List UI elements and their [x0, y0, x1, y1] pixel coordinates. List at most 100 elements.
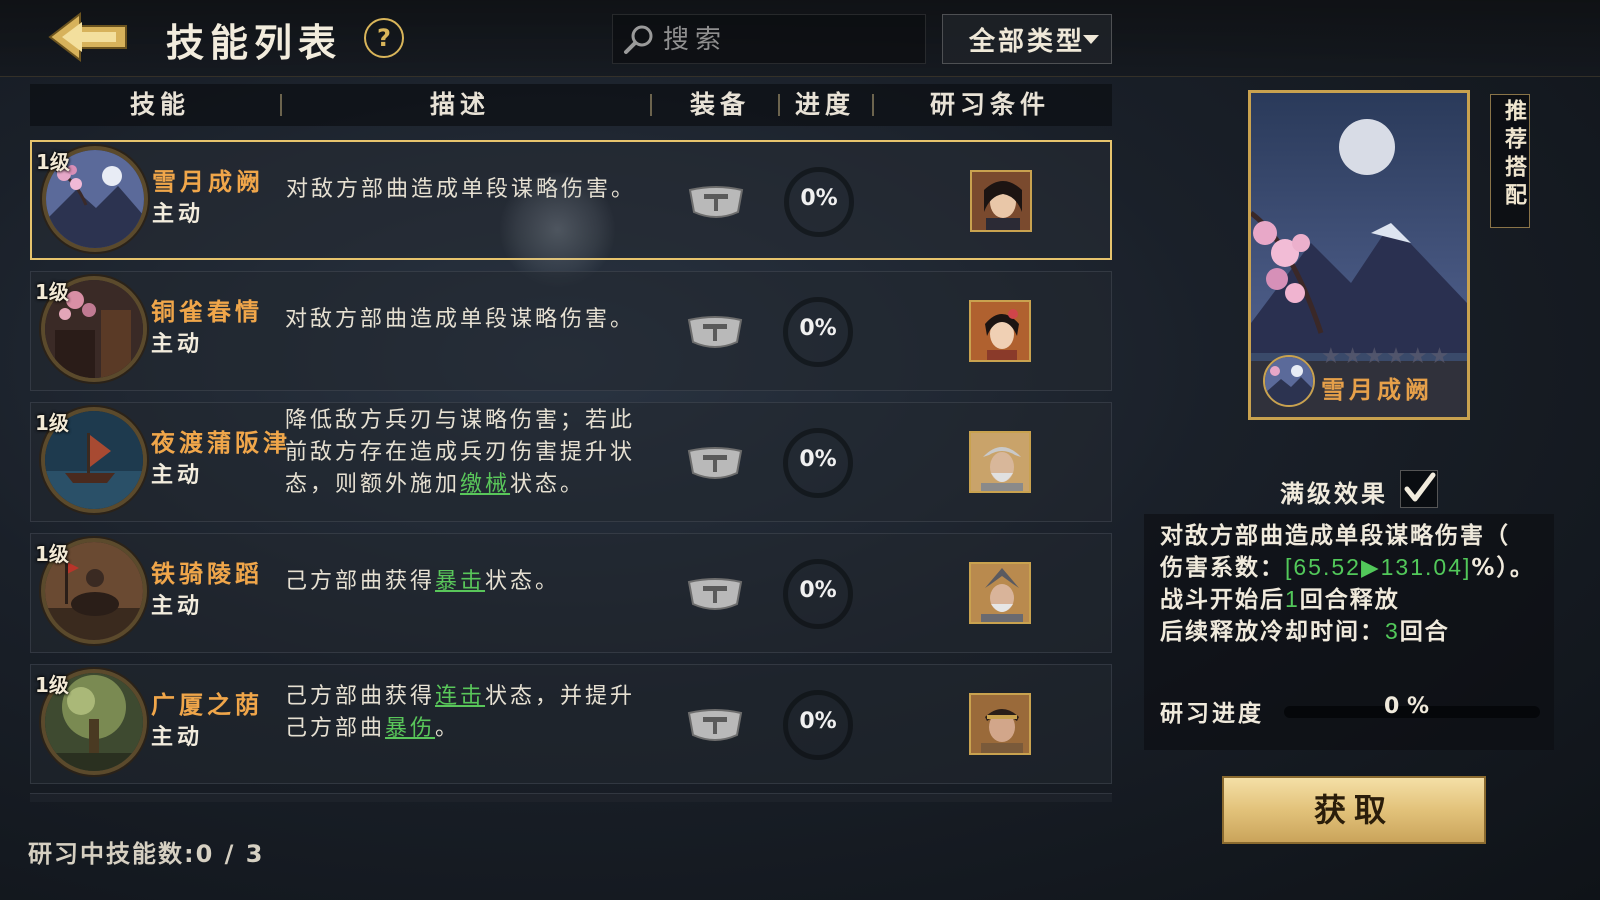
research-progress-value: 0 %	[1384, 694, 1430, 719]
skill-name: 铁骑陵蹈	[151, 560, 263, 588]
progress-value: 0%	[799, 578, 837, 603]
skill-description: 己方部曲获得连击状态，并提升 己方部曲暴伤。	[285, 681, 665, 745]
effect-line: 对敌方部曲造成单段谋略伤害（	[1160, 523, 1510, 549]
effect-text: %）。	[1471, 555, 1535, 581]
skill-name: 雪月成阙	[152, 168, 264, 196]
column-header-equip: 装备	[689, 90, 750, 119]
cast-round-value: 1	[1285, 586, 1300, 612]
description-line: 态，则额外施加缴械状态。	[285, 469, 665, 501]
effect-text: 回合释放	[1299, 587, 1400, 613]
effect-line: 伤害系数：[65.52▶131.04]%）。	[1160, 548, 1535, 582]
equip-button[interactable]	[686, 182, 746, 222]
type-filter-dropdown[interactable]: 全部类型	[942, 14, 1112, 64]
max-effect-checkbox[interactable]	[1400, 470, 1438, 508]
research-count: 研习中技能数:0 / 3	[28, 834, 264, 869]
progress-value: 0%	[800, 186, 838, 211]
skill-name: 铜雀春情	[151, 298, 263, 326]
skill-type: 主动	[151, 463, 204, 488]
skill-name: 夜渡蒲阪津	[151, 429, 291, 457]
keyword-link-crit-damage[interactable]: 暴伤	[385, 716, 435, 741]
page-title: 技能列表	[166, 21, 343, 65]
table-header: 技能 描述 装备 进度 研习条件	[30, 84, 1112, 126]
level-badge: 1级	[35, 673, 69, 697]
equip-button[interactable]	[685, 443, 745, 483]
column-divider	[872, 94, 874, 116]
chevron-down-icon	[1083, 35, 1099, 44]
description-line: 降低敌方兵刃与谋略伤害；若此	[285, 408, 636, 433]
card-skill-icon	[1263, 355, 1315, 407]
search-box[interactable]	[612, 14, 926, 64]
description-text: 己方部曲获得	[285, 569, 436, 594]
description-line: 己方部曲暴伤。	[285, 713, 665, 745]
top-bar: 技能列表 ? 全部类型	[0, 0, 1600, 77]
research-count-value: 0 / 3	[195, 840, 265, 868]
skill-description: 对敌方部曲造成单段谋略伤害。	[285, 307, 636, 332]
back-arrow-icon	[48, 11, 127, 63]
skill-row-3[interactable]: 1级 夜渡蒲阪津 主动 降低敌方兵刃与谋略伤害；若此 前敌方存在造成兵刃伤害提升…	[30, 402, 1112, 522]
description-text: 己方部曲获得	[285, 684, 436, 709]
help-button[interactable]: ?	[364, 18, 404, 58]
equip-button[interactable]	[685, 574, 745, 614]
keyword-link-combo[interactable]: 连击	[435, 684, 485, 709]
skill-type: 主动	[151, 594, 204, 619]
column-divider	[650, 94, 652, 116]
column-header-requirement: 研习条件	[929, 90, 1050, 119]
skill-row-1[interactable]: 1级 雪月成阙 主动 对敌方部曲造成单段谋略伤害。 0%	[30, 140, 1112, 260]
research-count-label: 研习中技能数:	[28, 840, 196, 868]
keyword-link-disarm[interactable]: 缴械	[460, 472, 510, 497]
cooldown-value: 3	[1385, 618, 1400, 644]
description-line: 己方部曲获得连击状态，并提升	[285, 681, 665, 713]
skill-row-4[interactable]: 1级 铁骑陵蹈 主动 己方部曲获得暴击状态。 0%	[30, 533, 1112, 653]
column-divider	[280, 94, 282, 116]
skill-card: ★★★★★★ 雪月成阙	[1248, 90, 1470, 420]
level-badge: 1级	[35, 411, 69, 435]
skill-row-2[interactable]: 1级 铜雀春情 主动 对敌方部曲造成单段谋略伤害。 0%	[30, 271, 1112, 391]
column-header-progress: 进度	[794, 90, 855, 119]
keyword-link-crit[interactable]: 暴击	[435, 569, 485, 594]
effect-line: 战斗开始后1回合释放	[1160, 580, 1400, 614]
effect-text: 战斗开始后	[1160, 587, 1285, 613]
effect-text: 回合	[1399, 619, 1450, 645]
card-skill-name: 雪月成阙	[1321, 376, 1433, 404]
card-star-rating: ★★★★★★	[1321, 344, 1452, 369]
type-filter-label: 全部类型	[969, 27, 1086, 57]
progress-value: 0%	[799, 316, 837, 341]
general-portrait[interactable]	[969, 300, 1031, 362]
recommend-pairing-button[interactable]: 推荐搭配	[1490, 94, 1530, 228]
column-header-description: 描述	[429, 90, 490, 119]
recommend-pairing-label: 推荐搭配	[1501, 99, 1526, 211]
skill-row-5[interactable]: 1级 广厦之荫 主动 己方部曲获得连击状态，并提升 己方部曲暴伤。 0%	[30, 664, 1112, 784]
level-badge: 1级	[35, 280, 69, 304]
skill-name: 广厦之荫	[151, 691, 263, 719]
damage-coefficient-value: [65.52▶131.04]	[1285, 554, 1472, 580]
research-progress-label: 研习进度	[1160, 701, 1264, 727]
general-portrait[interactable]	[969, 562, 1031, 624]
general-portrait[interactable]	[970, 170, 1032, 232]
description-text: 状态。	[510, 472, 586, 497]
effect-text: 后续释放冷却时间：	[1160, 619, 1385, 645]
max-effect-label: 满级效果	[1280, 480, 1388, 508]
skill-description: 对敌方部曲造成单段谋略伤害。	[286, 177, 637, 202]
general-portrait[interactable]	[969, 431, 1031, 493]
description-text: 状态，并提升	[485, 684, 636, 709]
general-portrait[interactable]	[969, 693, 1031, 755]
equip-button[interactable]	[685, 705, 745, 745]
checkmark-icon	[1404, 472, 1436, 502]
search-icon	[624, 25, 653, 54]
description-text: 己方部曲	[285, 716, 386, 741]
effect-line: 后续释放冷却时间：3回合	[1160, 612, 1450, 646]
search-input[interactable]	[661, 21, 915, 59]
description-text: 状态。	[485, 569, 561, 594]
acquire-button[interactable]: 获取	[1222, 776, 1486, 844]
effect-description-panel: 对敌方部曲造成单段谋略伤害（ 伤害系数：[65.52▶131.04]%）。 战斗…	[1144, 514, 1554, 750]
skill-description: 己方部曲获得暴击状态。	[285, 566, 665, 598]
description-text: 态，则额外施加	[285, 472, 461, 497]
progress-value: 0%	[799, 447, 837, 472]
list-scroll-hint	[30, 793, 1112, 802]
equip-button[interactable]	[685, 312, 745, 352]
back-arrow-button[interactable]	[46, 10, 130, 64]
column-header-skill: 技能	[129, 90, 190, 119]
progress-value: 0%	[799, 709, 837, 734]
description-text: 。	[435, 716, 461, 741]
skill-type: 主动	[151, 332, 204, 357]
